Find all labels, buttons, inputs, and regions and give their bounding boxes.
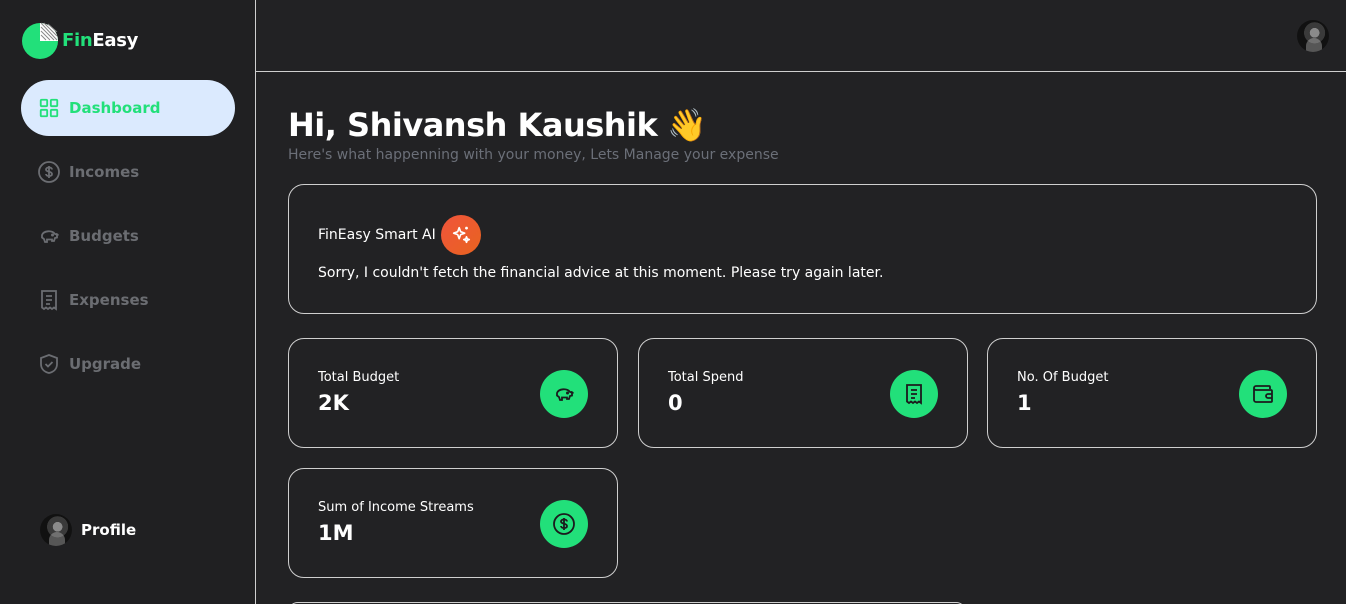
- receipt-icon: [890, 370, 938, 418]
- sidebar-item-upgrade[interactable]: Upgrade: [21, 336, 235, 392]
- sidebar-item-dashboard[interactable]: Dashboard: [21, 80, 235, 136]
- stat-value: 1M: [318, 521, 354, 545]
- shield-check-icon: [37, 352, 61, 376]
- piggy-bank-icon: [37, 224, 61, 248]
- ai-card-message: Sorry, I couldn't fetch the financial ad…: [318, 265, 884, 281]
- top-header: [256, 0, 1346, 72]
- sidebar-item-expenses[interactable]: Expenses: [21, 272, 235, 328]
- ai-advice-card: FinEasy Smart AI Sorry, I couldn't fetch…: [288, 184, 1317, 314]
- logo-pie-icon: [22, 22, 58, 59]
- dollar-circle-icon: [540, 500, 588, 548]
- dollar-circle-icon: [37, 160, 61, 184]
- logo[interactable]: FinEasy: [20, 20, 138, 60]
- brand-suffix: Easy: [92, 29, 139, 51]
- wave-emoji: 👋: [667, 106, 707, 144]
- receipt-icon: [37, 288, 61, 312]
- sidebar-item-label: Expenses: [69, 291, 149, 309]
- app-root: FinEasy Dashboard Incomes Budgets Expens…: [0, 0, 1346, 604]
- stat-card-income-streams: Sum of Income Streams 1M: [288, 468, 618, 578]
- stat-card-total-spend: Total Spend 0: [638, 338, 968, 448]
- page-subtitle: Here's what happenning with your money, …: [288, 147, 779, 163]
- page-title: Hi, Shivansh Kaushik 👋: [288, 105, 1317, 145]
- stat-value: 2K: [318, 391, 349, 415]
- stat-card-no-of-budget: No. Of Budget 1: [987, 338, 1317, 448]
- ai-card-title: FinEasy Smart AI: [318, 227, 436, 243]
- sidebar-item-budgets[interactable]: Budgets: [21, 208, 235, 264]
- sparkles-icon: [440, 215, 481, 255]
- sidebar-item-label: Upgrade: [69, 355, 142, 373]
- brand-name: FinEasy: [62, 30, 138, 51]
- grid-icon: [37, 96, 61, 120]
- sidebar-item-label: Budgets: [69, 227, 139, 245]
- brand-prefix: Fin: [62, 29, 93, 51]
- sidebar: FinEasy Dashboard Incomes Budgets Expens…: [0, 0, 256, 604]
- stat-card-total-budget: Total Budget 2K: [288, 338, 618, 448]
- avatar: [40, 514, 72, 546]
- main-content: Hi, Shivansh Kaushik 👋 Here's what happe…: [288, 72, 1317, 604]
- wallet-icon: [1239, 370, 1287, 418]
- piggy-bank-icon: [540, 370, 588, 418]
- stat-value: 1: [1017, 391, 1032, 415]
- sidebar-item-incomes[interactable]: Incomes: [21, 144, 235, 200]
- stat-label: No. Of Budget: [1017, 370, 1109, 385]
- sidebar-nav: Dashboard Incomes Budgets Expenses Upgra…: [21, 80, 235, 400]
- profile-label: Profile: [81, 521, 137, 539]
- greeting-text: Hi, Shivansh Kaushik: [288, 106, 658, 144]
- stat-label: Sum of Income Streams: [318, 500, 474, 515]
- stat-label: Total Spend: [668, 370, 744, 385]
- stat-value: 0: [668, 391, 683, 415]
- header-avatar[interactable]: [1297, 20, 1329, 52]
- stat-label: Total Budget: [318, 370, 400, 385]
- sidebar-item-label: Incomes: [69, 163, 140, 181]
- ai-card-header: FinEasy Smart AI: [318, 215, 481, 255]
- profile-button[interactable]: Profile: [40, 514, 136, 546]
- sidebar-item-label: Dashboard: [69, 99, 161, 117]
